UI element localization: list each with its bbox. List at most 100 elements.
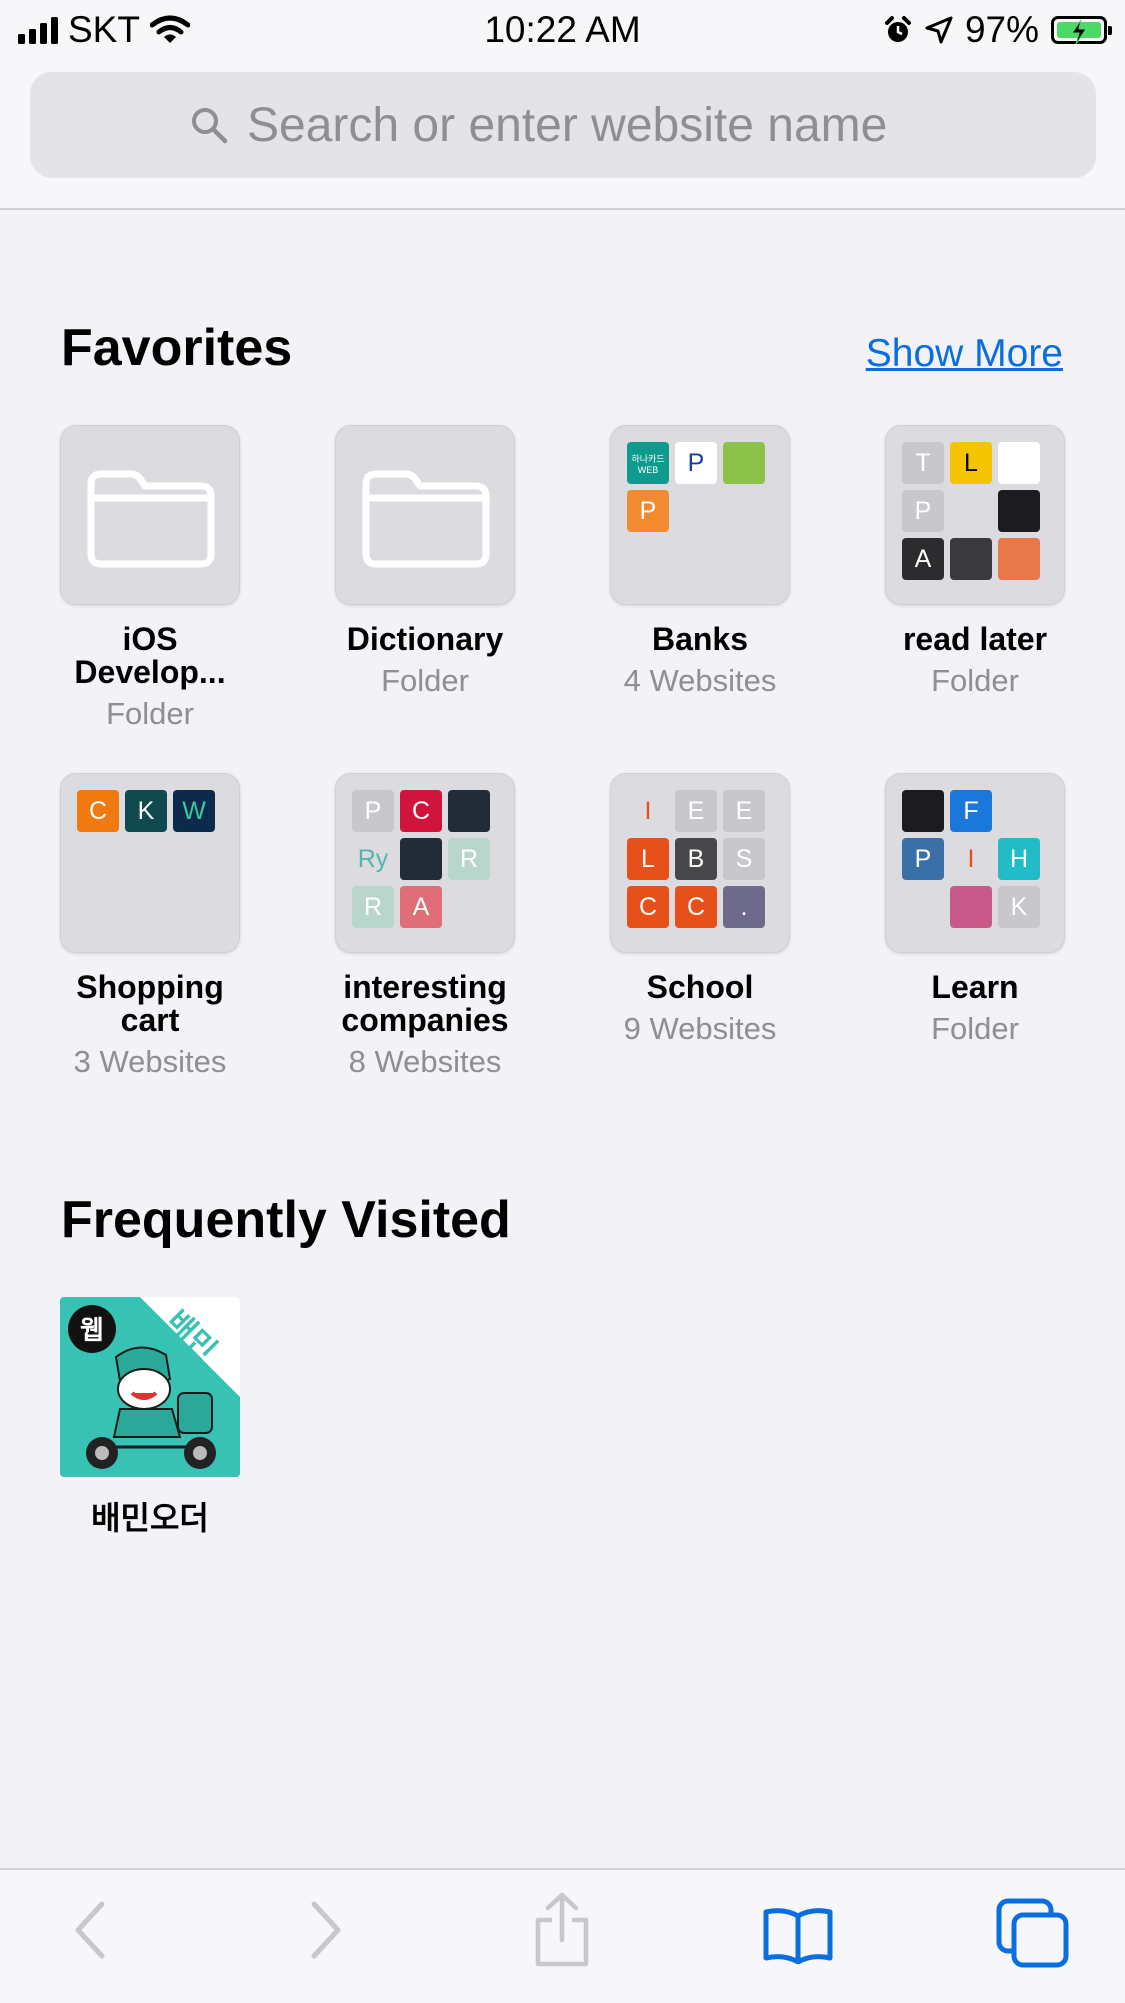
site-mini-icon: C <box>675 886 717 928</box>
site-mini-icon: P <box>352 790 394 832</box>
tile-subtitle: 3 Websites <box>73 1044 227 1079</box>
tile-title: School <box>646 969 754 1005</box>
mini-icon-grid: TLPA <box>902 442 1040 580</box>
site-mini-icon: A <box>902 538 944 580</box>
websites-thumbnail: FPIHK <box>885 773 1065 953</box>
site-mini-icon: C <box>627 886 669 928</box>
search-icon <box>192 108 228 144</box>
site-mini-icon: P <box>902 838 944 880</box>
site-mini-icon: H <box>998 838 1040 880</box>
favorite-banks[interactable]: 하나카드 WEB P P Banks 4 Websites <box>564 425 836 697</box>
favorite-learn[interactable]: FPIHK Learn Folder <box>839 773 1111 1045</box>
location-arrow-icon <box>925 16 953 44</box>
site-mini-icon: B <box>675 838 717 880</box>
mini-icon-grid: IEELBSCC. <box>627 790 765 928</box>
tile-subtitle: 9 Websites <box>623 1011 777 1046</box>
bottom-toolbar <box>0 1868 1125 2003</box>
status-bar: SKT 10:22 AM 97% <box>0 0 1125 62</box>
tile-subtitle: 8 Websites <box>348 1044 502 1079</box>
site-mini-icon <box>902 790 944 832</box>
tile-title: Banks <box>651 621 749 657</box>
battery-icon <box>1051 16 1112 45</box>
alarm-icon <box>884 16 911 42</box>
favorite-ios-develop[interactable]: iOS Develop... Folder <box>14 425 286 730</box>
site-mini-icon: I <box>627 790 669 832</box>
status-right: 97% <box>883 8 1112 52</box>
site-mini-icon: 하나카드 WEB <box>627 442 669 484</box>
site-mini-icon: R <box>448 838 490 880</box>
forward-button[interactable] <box>308 1900 344 1960</box>
site-mini-icon <box>998 790 1040 832</box>
site-mini-icon: A <box>400 886 442 928</box>
websites-thumbnail: IEELBSCC. <box>610 773 790 953</box>
tile-title: Learn <box>931 969 1019 1005</box>
site-mini-icon <box>998 442 1040 484</box>
site-mini-icon <box>998 538 1040 580</box>
site-mini-icon: W <box>173 790 215 832</box>
favorite-read-later[interactable]: TLPA read later Folder <box>839 425 1111 697</box>
mini-icon-grid: P C Ry R R A <box>352 790 490 928</box>
favorite-shopping-cart[interactable]: CKW Shopping cart 3 Websites <box>14 773 286 1078</box>
folder-icon <box>87 470 215 568</box>
frequently-visited-title: Frequently Visited <box>61 1191 511 1249</box>
tile-title: Dictionary <box>346 621 504 657</box>
back-button[interactable] <box>72 1900 108 1960</box>
site-mini-icon: K <box>998 886 1040 928</box>
tile-title: Shopping cart <box>76 969 224 1038</box>
site-mini-icon: P <box>675 442 717 484</box>
delivery-rider-icon: 배민 웹 <box>68 1297 240 1469</box>
tile-title: interesting companies <box>341 969 509 1038</box>
site-mini-icon <box>448 790 490 832</box>
site-mini-icon <box>950 538 992 580</box>
site-mini-icon: S <box>723 838 765 880</box>
site-thumbnail: 배민 웹 <box>60 1297 240 1477</box>
site-mini-icon <box>723 442 765 484</box>
site-mini-icon: L <box>950 442 992 484</box>
frequently-visited-item[interactable]: 배민 웹 배민오더 <box>60 1297 240 1539</box>
show-more-link[interactable]: Show More <box>866 332 1063 376</box>
site-mini-icon: Ry <box>352 838 394 880</box>
tile-subtitle: Folder <box>381 663 469 698</box>
site-mini-icon: L <box>627 838 669 880</box>
favorite-interesting-companies[interactable]: P C Ry R R A interesting companies 8 Websites <box>289 773 561 1078</box>
site-mini-icon: E <box>723 790 765 832</box>
tile-subtitle: Folder <box>931 1011 1019 1046</box>
bookmarks-button[interactable] <box>762 1906 834 1964</box>
favorites-title: Favorites <box>61 319 293 377</box>
websites-thumbnail: P C Ry R R A <box>335 773 515 953</box>
tile-subtitle: 4 Websites <box>623 663 777 698</box>
tile-title: read later <box>902 621 1048 657</box>
site-mini-icon <box>400 838 442 880</box>
websites-thumbnail: 하나카드 WEB P P <box>610 425 790 605</box>
site-mini-icon: F <box>950 790 992 832</box>
site-mini-icon: R <box>352 886 394 928</box>
site-mini-icon: P <box>902 490 944 532</box>
tile-subtitle: Folder <box>106 696 194 731</box>
site-mini-icon: T <box>902 442 944 484</box>
favorite-school[interactable]: IEELBSCC. School 9 Websites <box>564 773 836 1045</box>
websites-thumbnail: CKW <box>60 773 240 953</box>
folder-thumbnail <box>335 425 515 605</box>
share-button[interactable] <box>532 1892 592 1968</box>
site-mini-icon <box>950 886 992 928</box>
site-mini-icon <box>950 490 992 532</box>
site-title: 배민오더 <box>91 1500 209 1536</box>
site-mini-icon: C <box>400 790 442 832</box>
tile-subtitle: Folder <box>931 663 1019 698</box>
search-field[interactable] <box>30 72 1096 178</box>
websites-thumbnail: TLPA <box>885 425 1065 605</box>
mini-icon-grid: FPIHK <box>902 790 1040 928</box>
mini-icon-grid: 하나카드 WEB P P <box>627 442 765 580</box>
top-bar <box>0 62 1125 210</box>
site-mini-icon: I <box>950 838 992 880</box>
site-mini-icon <box>902 886 944 928</box>
folder-icon <box>362 470 490 568</box>
site-mini-icon: P <box>627 490 669 532</box>
site-mini-icon: E <box>675 790 717 832</box>
favorite-dictionary[interactable]: Dictionary Folder <box>289 425 561 697</box>
site-mini-icon: C <box>77 790 119 832</box>
search-input[interactable] <box>247 97 937 153</box>
battery-percent: 97% <box>964 9 1039 50</box>
mini-icon-grid: CKW <box>77 790 215 928</box>
tabs-button[interactable] <box>996 1898 1070 1968</box>
